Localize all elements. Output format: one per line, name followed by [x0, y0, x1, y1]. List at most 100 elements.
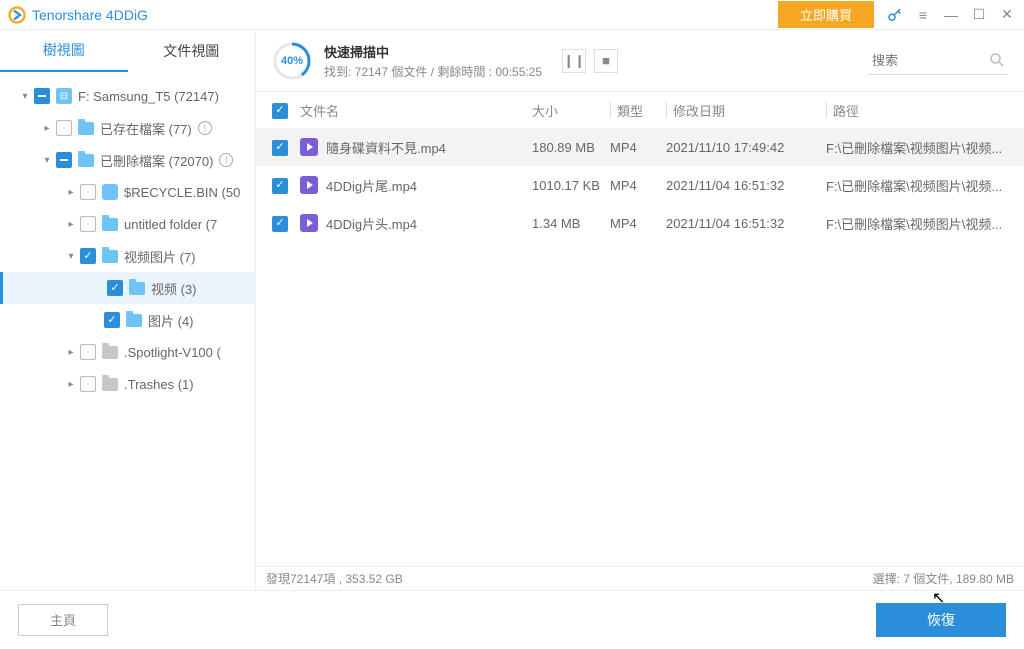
caret-right-icon: ▸	[40, 123, 54, 134]
checkbox[interactable]	[80, 184, 96, 200]
sidebar: 樹視圖 文件視圖 ▾ ⊟ F: Samsung_T5 (72147) ▸ 已存在…	[0, 30, 256, 590]
checkbox-partial[interactable]	[34, 88, 50, 104]
tab-file-view[interactable]: 文件視圖	[128, 30, 256, 72]
column-name[interactable]: 文件名	[300, 101, 532, 120]
table-header: 文件名 大小 類型 修改日期 路徑	[256, 92, 1024, 128]
search-input[interactable]	[868, 47, 1008, 75]
search-wrap	[868, 47, 1008, 75]
folder-icon	[102, 250, 118, 263]
footer: 主頁 恢復	[0, 590, 1024, 648]
tree-node-deleted[interactable]: ▾ 已刪除檔案 (72070) !	[0, 144, 255, 176]
recycle-bin-icon	[102, 184, 118, 200]
key-icon	[886, 6, 904, 24]
file-path: F:\已刪除檔案\视频图片\视频...	[826, 177, 1008, 193]
tree-node-existing[interactable]: ▸ 已存在檔案 (77) !	[0, 112, 255, 144]
stop-icon: ■	[602, 53, 610, 68]
file-name: 隨身碟資料不見.mp4	[326, 138, 446, 157]
checkbox[interactable]	[80, 216, 96, 232]
caret-right-icon: ▸	[64, 187, 78, 198]
folder-icon	[102, 378, 118, 391]
file-row[interactable]: 4DDig片尾.mp4 1010.17 KB MP4 2021/11/04 16…	[256, 166, 1024, 204]
select-all-checkbox[interactable]	[272, 103, 288, 119]
tree-label: 视频图片 (7)	[124, 247, 196, 266]
info-icon[interactable]: !	[219, 153, 233, 167]
file-size: 180.89 MB	[532, 140, 610, 155]
search-icon	[988, 51, 1006, 69]
video-file-icon	[300, 138, 318, 156]
tab-tree-view[interactable]: 樹視圖	[0, 30, 128, 72]
tree-node-pic[interactable]: 图片 (4)	[0, 304, 255, 336]
row-checkbox[interactable]	[272, 178, 288, 194]
tree-label: 视频 (3)	[151, 279, 197, 298]
column-date[interactable]: 修改日期	[666, 102, 826, 118]
minimize-button[interactable]: —	[942, 6, 960, 24]
file-name: 4DDig片尾.mp4	[326, 176, 417, 195]
column-type[interactable]: 類型	[610, 102, 666, 118]
tree-label: 已刪除檔案 (72070)	[100, 151, 213, 170]
tree-label: $RECYCLE.BIN (50	[124, 185, 240, 200]
caret-right-icon: ▸	[64, 219, 78, 230]
app-title: Tenorshare 4DDiG	[32, 7, 148, 23]
file-size: 1.34 MB	[532, 216, 610, 231]
file-path: F:\已刪除檔案\视频图片\视频...	[826, 215, 1008, 231]
caret-right-icon: ▸	[64, 379, 78, 390]
recover-button[interactable]: 恢復	[876, 603, 1006, 637]
scan-header: 40% 快速掃描中 找到: 72147 個文件 / 剩餘時間 : 00:55:2…	[256, 30, 1024, 92]
caret-right-icon: ▸	[64, 347, 78, 358]
tree-label: 图片 (4)	[148, 311, 194, 330]
tree-label: 已存在檔案 (77)	[100, 119, 192, 138]
info-icon[interactable]: !	[198, 121, 212, 135]
home-button[interactable]: 主頁	[18, 604, 108, 636]
title-bar: Tenorshare 4DDiG 立即購買 ≡ — ☐ ✕	[0, 0, 1024, 30]
row-checkbox[interactable]	[272, 140, 288, 156]
app-logo-icon	[8, 6, 26, 24]
file-type: MP4	[610, 139, 666, 155]
stop-scan-button[interactable]: ■	[594, 49, 618, 73]
row-checkbox[interactable]	[272, 216, 288, 232]
buy-now-button[interactable]: 立即購買	[778, 1, 874, 28]
file-date: 2021/11/04 16:51:32	[666, 177, 826, 193]
checkbox-checked[interactable]	[80, 248, 96, 264]
caret-down-icon: ▾	[18, 91, 32, 102]
view-tabs: 樹視圖 文件視圖	[0, 30, 255, 72]
file-row[interactable]: 隨身碟資料不見.mp4 180.89 MB MP4 2021/11/10 17:…	[256, 128, 1024, 166]
checkbox-checked[interactable]	[107, 280, 123, 296]
column-size[interactable]: 大小	[532, 101, 610, 120]
window-controls: ≡ — ☐ ✕	[914, 6, 1016, 24]
caret-down-icon: ▾	[64, 251, 78, 262]
checkbox-partial[interactable]	[56, 152, 72, 168]
file-path: F:\已刪除檔案\视频图片\视频...	[826, 139, 1008, 155]
scan-status-subtitle: 找到: 72147 個文件 / 剩餘時間 : 00:55:25	[324, 63, 542, 80]
file-date: 2021/11/10 17:49:42	[666, 139, 826, 155]
tree-node-video[interactable]: 视频 (3)	[0, 272, 255, 304]
checkbox[interactable]	[56, 120, 72, 136]
column-path[interactable]: 路徑	[826, 102, 1008, 118]
folder-icon	[78, 122, 94, 135]
file-list: 隨身碟資料不見.mp4 180.89 MB MP4 2021/11/10 17:…	[256, 128, 1024, 566]
status-selected: 選擇: 7 個文件, 189.80 MB	[873, 570, 1014, 587]
file-row[interactable]: 4DDig片头.mp4 1.34 MB MP4 2021/11/04 16:51…	[256, 204, 1024, 242]
file-size: 1010.17 KB	[532, 178, 610, 193]
tree-label: .Spotlight-V100 (	[124, 345, 221, 360]
checkbox[interactable]	[80, 344, 96, 360]
tree-node-untitled[interactable]: ▸ untitled folder (7	[0, 208, 255, 240]
license-key-button[interactable]	[884, 4, 906, 26]
drive-icon: ⊟	[56, 88, 72, 104]
checkbox-checked[interactable]	[104, 312, 120, 328]
scan-status-title: 快速掃描中	[324, 42, 542, 61]
tree-node-drive[interactable]: ▾ ⊟ F: Samsung_T5 (72147)	[0, 80, 255, 112]
tree-node-spotlight[interactable]: ▸ .Spotlight-V100 (	[0, 336, 255, 368]
close-button[interactable]: ✕	[998, 6, 1016, 24]
maximize-button[interactable]: ☐	[970, 6, 988, 24]
folder-icon	[102, 218, 118, 231]
tree-node-trashes[interactable]: ▸ .Trashes (1)	[0, 368, 255, 400]
menu-button[interactable]: ≡	[914, 6, 932, 24]
tree-node-video-pic[interactable]: ▾ 视频图片 (7)	[0, 240, 255, 272]
tree-node-recycle[interactable]: ▸ $RECYCLE.BIN (50	[0, 176, 255, 208]
video-file-icon	[300, 176, 318, 194]
checkbox[interactable]	[80, 376, 96, 392]
pause-scan-button[interactable]: ❙❙	[562, 49, 586, 73]
folder-icon	[78, 154, 94, 167]
file-date: 2021/11/04 16:51:32	[666, 215, 826, 231]
pause-icon: ❙❙	[563, 53, 585, 69]
